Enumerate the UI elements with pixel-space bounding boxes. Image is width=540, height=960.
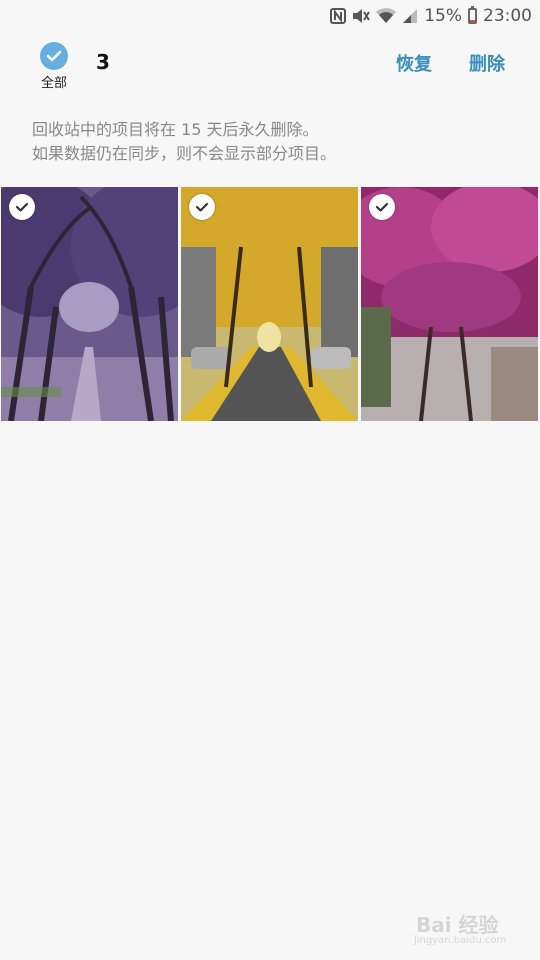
action-bar: 全部 3 恢复 删除 <box>0 32 540 96</box>
select-all-toggle[interactable]: 全部 <box>30 42 78 91</box>
photo-thumbnail-3[interactable] <box>361 187 538 421</box>
watermark-url: jingyan.baidu.com <box>414 935 507 946</box>
selected-check-icon <box>369 194 395 220</box>
trash-notice: 回收站中的项目将在 15 天后永久删除。 如果数据仍在同步，则不会显示部分项目。 <box>32 118 512 166</box>
signal-icon <box>402 8 418 24</box>
pink-flower-canopy-photo <box>361 187 538 421</box>
purple-tree-tunnel-photo <box>1 187 178 421</box>
clock: 23:00 <box>483 6 532 26</box>
selected-check-icon <box>189 194 215 220</box>
notice-line-1: 回收站中的项目将在 15 天后永久删除。 <box>32 120 319 139</box>
photo-thumbnail-2[interactable] <box>181 187 358 421</box>
wifi-icon <box>376 8 397 24</box>
baidu-watermark-logo: Bai 经验 jingyan.baidu.com <box>410 895 530 951</box>
photo-grid <box>1 187 539 421</box>
photo-thumbnail-1[interactable] <box>1 187 178 421</box>
selected-count: 3 <box>96 50 110 74</box>
battery-percent: 15% <box>424 6 462 26</box>
status-bar: 15% 23:00 <box>0 0 540 32</box>
delete-button[interactable]: 删除 <box>469 50 505 76</box>
yellow-ginkgo-street-photo <box>181 187 358 421</box>
notice-line-2: 如果数据仍在同步，则不会显示部分项目。 <box>32 144 337 163</box>
watermark-text: Bai 经验 <box>416 913 499 937</box>
select-all-label: 全部 <box>40 76 67 91</box>
checkmark-icon <box>40 42 68 70</box>
nfc-icon <box>330 8 347 24</box>
restore-button[interactable]: 恢复 <box>396 50 432 76</box>
mute-icon <box>352 8 371 24</box>
selected-check-icon <box>9 194 35 220</box>
battery-icon <box>468 6 477 24</box>
